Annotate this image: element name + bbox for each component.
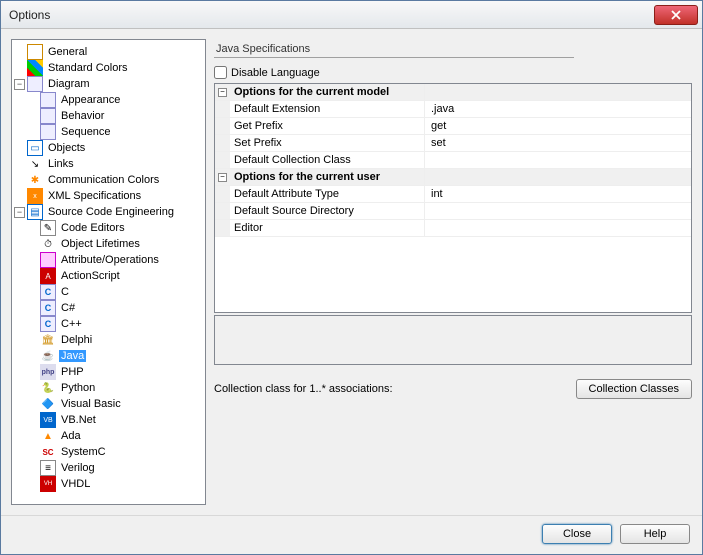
close-button[interactable]: Close: [542, 524, 612, 544]
lifetime-icon: ⏱: [40, 236, 56, 252]
tree-item-attribute-operations[interactable]: Attribute/Operations: [14, 252, 203, 268]
tree-item-systemc[interactable]: SCSystemC: [14, 444, 203, 460]
tree-item-links[interactable]: ↘Links: [14, 156, 203, 172]
systemc-icon: SC: [40, 444, 56, 460]
vhdl-icon: VH: [40, 476, 56, 492]
page-icon: [40, 92, 56, 108]
category-tree[interactable]: General Standard Colors −Diagram Appeara…: [11, 39, 206, 505]
xml-icon: x: [27, 188, 43, 204]
titlebar: Options: [1, 1, 702, 29]
group-current-model[interactable]: − Options for the current model: [215, 84, 691, 101]
tree-item-python[interactable]: 🐍Python: [14, 380, 203, 396]
tree-item-appearance[interactable]: Appearance: [14, 92, 203, 108]
tree-item-behavior[interactable]: Behavior: [14, 108, 203, 124]
java-icon: ☕: [40, 348, 56, 364]
tree-item-c[interactable]: CC: [14, 284, 203, 300]
colors-icon: [27, 60, 43, 76]
vb-icon: 🔷: [40, 396, 56, 412]
attr-icon: [40, 252, 56, 268]
csharp-icon: C: [40, 300, 56, 316]
tree-item-csharp[interactable]: CC#: [14, 300, 203, 316]
options-dialog: Options General Standard Colors −Diagram…: [0, 0, 703, 555]
collection-class-row: Collection class for 1..* associations: …: [214, 379, 692, 399]
verilog-icon: ≡: [40, 460, 56, 476]
group-current-user[interactable]: − Options for the current user: [215, 169, 691, 186]
button-bar: Close Help: [1, 515, 702, 554]
row-default-collection-class[interactable]: Default Collection Class: [215, 152, 691, 169]
section-heading: Java Specifications: [214, 39, 574, 58]
actionscript-icon: A: [40, 268, 56, 284]
settings-panel: Java Specifications Disable Language − O…: [214, 39, 692, 505]
window-title: Options: [9, 8, 654, 22]
collection-class-label: Collection class for 1..* associations:: [214, 383, 566, 395]
tree-item-communication-colors[interactable]: ✱Communication Colors: [14, 172, 203, 188]
content-area: General Standard Colors −Diagram Appeara…: [1, 29, 702, 515]
tree-item-java[interactable]: ☕Java: [14, 348, 203, 364]
tree-item-source-code-engineering[interactable]: −▤Source Code Engineering: [14, 204, 203, 220]
vbnet-icon: VB: [40, 412, 56, 428]
tree-item-xml-specifications[interactable]: xXML Specifications: [14, 188, 203, 204]
tree-item-object-lifetimes[interactable]: ⏱Object Lifetimes: [14, 236, 203, 252]
tree-item-delphi[interactable]: 🏛Delphi: [14, 332, 203, 348]
tree-item-code-editors[interactable]: ✎Code Editors: [14, 220, 203, 236]
cpp-icon: C: [40, 316, 56, 332]
row-default-attribute-type[interactable]: Default Attribute Typeint: [215, 186, 691, 203]
tree-item-visual-basic[interactable]: 🔷Visual Basic: [14, 396, 203, 412]
property-grid[interactable]: − Options for the current model Default …: [214, 83, 692, 313]
ada-icon: ▲: [40, 428, 56, 444]
tree-item-objects[interactable]: ▭Objects: [14, 140, 203, 156]
disable-language-checkbox[interactable]: [214, 66, 227, 79]
page-icon: [40, 124, 56, 140]
expander-icon[interactable]: −: [14, 207, 25, 218]
links-icon: ↘: [27, 156, 43, 172]
python-icon: 🐍: [40, 380, 56, 396]
general-icon: [27, 44, 43, 60]
row-default-extension[interactable]: Default Extension.java: [215, 101, 691, 118]
tree-item-sequence[interactable]: Sequence: [14, 124, 203, 140]
tree-item-standard-colors[interactable]: Standard Colors: [14, 60, 203, 76]
c-icon: C: [40, 284, 56, 300]
comm-colors-icon: ✱: [27, 172, 43, 188]
collapse-icon[interactable]: −: [218, 88, 227, 97]
editor-icon: ✎: [40, 220, 56, 236]
disable-language-label: Disable Language: [231, 67, 320, 79]
diagram-icon: [27, 76, 43, 92]
tree-item-php[interactable]: phpPHP: [14, 364, 203, 380]
row-set-prefix[interactable]: Set Prefixset: [215, 135, 691, 152]
row-editor[interactable]: Editor: [215, 220, 691, 237]
row-default-source-directory[interactable]: Default Source Directory: [215, 203, 691, 220]
php-icon: php: [40, 364, 56, 380]
collection-classes-button[interactable]: Collection Classes: [576, 379, 692, 399]
expander-icon[interactable]: −: [14, 79, 25, 90]
tree-item-ada[interactable]: ▲Ada: [14, 428, 203, 444]
close-icon: [671, 10, 681, 20]
collapse-icon[interactable]: −: [218, 173, 227, 182]
tree-item-vhdl[interactable]: VHVHDL: [14, 476, 203, 492]
tree-item-vbnet[interactable]: VBVB.Net: [14, 412, 203, 428]
tree-item-general[interactable]: General: [14, 44, 203, 60]
disable-language-row: Disable Language: [214, 66, 692, 79]
page-icon: [40, 108, 56, 124]
sce-icon: ▤: [27, 204, 43, 220]
window-close-button[interactable]: [654, 5, 698, 25]
property-description-box: [214, 315, 692, 365]
tree-item-actionscript[interactable]: AActionScript: [14, 268, 203, 284]
delphi-icon: 🏛: [40, 332, 56, 348]
help-button[interactable]: Help: [620, 524, 690, 544]
objects-icon: ▭: [27, 140, 43, 156]
tree-item-cpp[interactable]: CC++: [14, 316, 203, 332]
tree-item-verilog[interactable]: ≡Verilog: [14, 460, 203, 476]
row-get-prefix[interactable]: Get Prefixget: [215, 118, 691, 135]
tree-item-diagram[interactable]: −Diagram: [14, 76, 203, 92]
